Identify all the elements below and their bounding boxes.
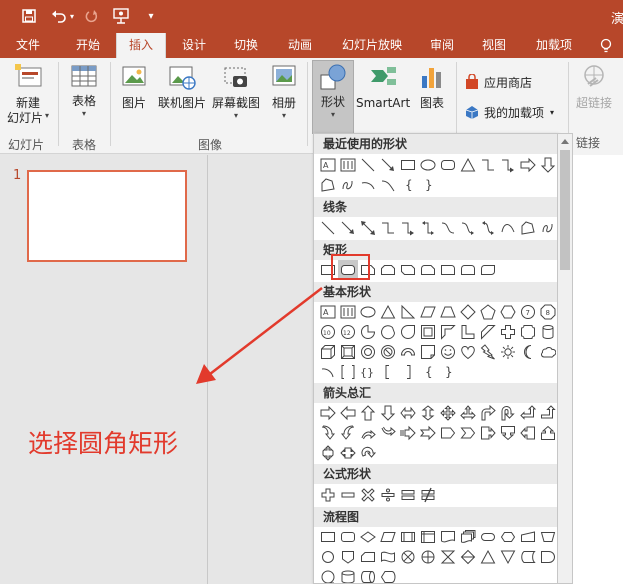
annotation-arrow-icon [196,287,323,384]
annotation-text: 选择圆角矩形 [28,429,179,458]
